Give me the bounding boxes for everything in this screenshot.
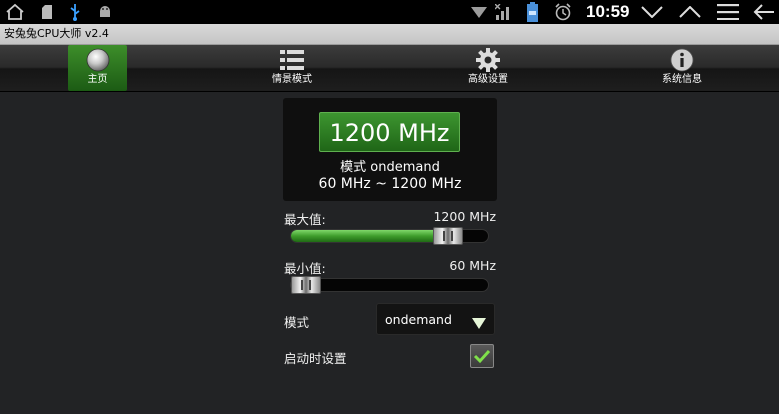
current-frequency[interactable]: 1200 MHz xyxy=(319,112,460,152)
governor-label: 模式 xyxy=(284,315,310,330)
frequency-panel: 1200 MHz 模式 ondemand 60 MHz ~ 1200 MHz xyxy=(283,98,497,201)
signal-icon xyxy=(494,0,514,24)
expand-up-icon[interactable] xyxy=(678,0,702,24)
alarm-icon xyxy=(553,0,573,24)
tab-advanced-settings-label: 高级设置 xyxy=(468,74,508,85)
dropdown-arrow-icon xyxy=(472,314,486,333)
tab-scenarios[interactable]: 情景模式 xyxy=(262,45,322,91)
battery-icon xyxy=(525,0,539,24)
usb-icon xyxy=(68,0,82,24)
min-frequency-slider[interactable] xyxy=(290,276,489,294)
collapse-down-icon[interactable] xyxy=(640,0,664,24)
wifi-icon xyxy=(470,0,488,24)
tab-scenarios-label: 情景模式 xyxy=(272,74,312,85)
set-on-boot-checkbox[interactable] xyxy=(470,344,494,368)
app-title: 安兔兔CPU大师 v2.4 xyxy=(4,27,109,40)
status-clock: 10:59 xyxy=(586,2,630,21)
max-frequency-fill xyxy=(291,230,448,242)
max-frequency-slider[interactable] xyxy=(290,227,489,245)
tab-home-label: 主页 xyxy=(87,74,108,85)
tab-system-info-label: 系统信息 xyxy=(662,74,702,85)
home-orb-icon xyxy=(86,47,110,73)
android-debug-icon xyxy=(96,0,114,24)
app-title-bar: 安兔兔CPU大师 v2.4 xyxy=(0,24,779,45)
tab-home[interactable]: 主页 xyxy=(68,45,127,91)
home-outline-icon[interactable] xyxy=(4,0,26,24)
list-icon xyxy=(280,47,304,73)
governor-selected-value: ondemand xyxy=(385,312,452,327)
tab-advanced-settings[interactable]: 高级设置 xyxy=(458,45,518,91)
governor-mode-text: 模式 ondemand xyxy=(340,160,440,175)
governor-select[interactable]: ondemand xyxy=(376,303,495,335)
max-frequency-thumb[interactable] xyxy=(433,227,463,245)
set-on-boot-label: 启动时设置 xyxy=(284,351,347,366)
tab-system-info[interactable]: 系统信息 xyxy=(652,45,712,91)
frequency-range-text: 60 MHz ~ 1200 MHz xyxy=(318,176,462,192)
back-icon[interactable] xyxy=(752,0,776,24)
min-frequency-value: 60 MHz xyxy=(449,258,496,273)
info-icon xyxy=(670,47,694,73)
min-frequency-thumb[interactable] xyxy=(291,276,321,294)
min-frequency-label: 最小值: xyxy=(284,261,326,276)
max-frequency-value: 1200 MHz xyxy=(433,209,496,224)
status-bar: 10:59 xyxy=(0,0,779,24)
checkmark-icon xyxy=(473,349,491,364)
tab-bar: 主页 情景模式 高级设置 系统信息 xyxy=(0,45,779,92)
max-frequency-label: 最大值: xyxy=(284,212,326,227)
gear-icon xyxy=(476,47,500,73)
menu-icon[interactable] xyxy=(716,0,740,24)
sd-card-icon xyxy=(40,0,54,24)
